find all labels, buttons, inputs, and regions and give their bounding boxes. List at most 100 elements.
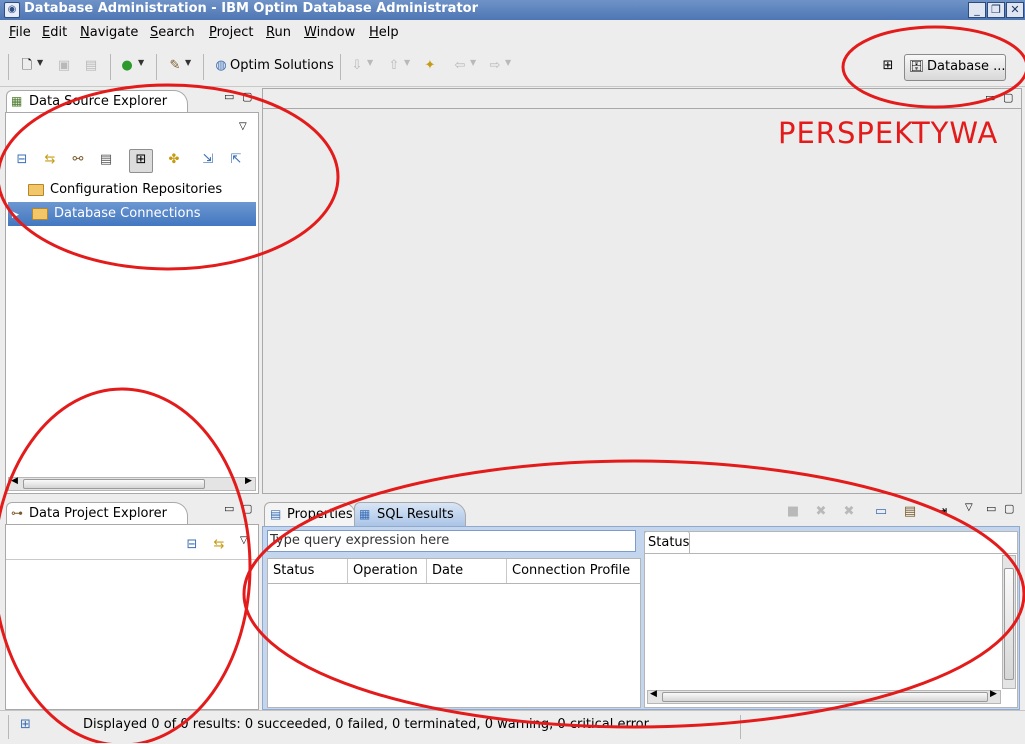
toolbar-separator [110, 54, 111, 80]
print-icon[interactable]: ▤ [82, 58, 100, 74]
new-connection-icon[interactable]: ⚯ [68, 150, 88, 170]
folder-icon [28, 183, 44, 196]
remove-result-icon[interactable]: ✖ [812, 504, 830, 520]
tab-status[interactable]: Status [644, 531, 690, 554]
view-title: Data Source Explorer [29, 94, 168, 109]
minimize-button[interactable]: _ [968, 2, 986, 18]
tab-properties[interactable]: ▤ Properties [264, 502, 356, 527]
link-with-editor-icon[interactable]: ⇆ [209, 535, 229, 555]
window-title-bar[interactable]: ◉ Database Administration - IBM Optim Da… [0, 0, 1025, 20]
new-wizard-icon[interactable]: 🗋 [18, 58, 36, 74]
import-icon[interactable]: ⇲ [198, 150, 218, 170]
show-hierarchy-icon[interactable]: ⊞ [129, 149, 153, 173]
sql-scripts-icon[interactable]: ▤ [96, 150, 116, 170]
data-source-explorer-icon: ▦ [11, 94, 23, 108]
tree-item-database-connections[interactable]: ▶ Database Connections [8, 202, 256, 226]
column-header-connection-profile[interactable]: Connection Profile [507, 559, 639, 583]
maximize-view-icon[interactable]: ▢ [242, 502, 252, 515]
scrollbar-thumb[interactable] [23, 479, 205, 489]
scrollbar-thumb[interactable] [662, 692, 988, 702]
column-header-status[interactable]: Status [268, 559, 348, 583]
database-perspective-button[interactable]: 🗄 Database ... [904, 54, 1006, 81]
previous-annotation-icon[interactable]: ⇧ [385, 58, 403, 74]
maximize-editor-icon[interactable]: ▢ [1003, 91, 1013, 104]
menu-file[interactable]: File [9, 25, 31, 40]
vertical-scrollbar[interactable] [1002, 555, 1016, 689]
dropdown-arrow-icon[interactable]: ▼ [185, 58, 191, 67]
scroll-right-icon[interactable]: ▶ [990, 689, 997, 699]
close-button[interactable]: ✕ [1006, 2, 1024, 18]
menu-window[interactable]: Window [304, 25, 355, 40]
window-title: Database Administration - IBM Optim Data… [24, 1, 479, 16]
tree-item-label: Configuration Repositories [50, 182, 223, 197]
run-icon[interactable]: ● [118, 58, 136, 74]
dropdown-arrow-icon[interactable]: ▼ [37, 58, 43, 67]
column-header-date[interactable]: Date [427, 559, 507, 583]
maximize-view-icon[interactable]: ▢ [1004, 502, 1014, 515]
scroll-right-icon[interactable]: ▶ [245, 476, 252, 486]
last-edit-location-icon[interactable]: ✦ [421, 58, 439, 74]
data-project-explorer-icon: ⊶ [11, 506, 23, 520]
view-menu-icon[interactable]: ▽ [965, 502, 973, 513]
dropdown-arrow-icon[interactable]: ▼ [470, 58, 476, 67]
save-icon[interactable]: ▣ [55, 58, 73, 74]
scroll-left-icon[interactable]: ◀ [650, 689, 657, 699]
open-perspective-icon[interactable]: ⊞ [879, 58, 897, 74]
terminate-icon[interactable]: ■ [784, 504, 802, 520]
optim-solutions-button[interactable]: Optim Solutions [230, 58, 334, 73]
fast-view-icon[interactable]: ⊞ [20, 717, 31, 732]
tab-data-project-explorer[interactable]: ⊶ Data Project Explorer [6, 502, 188, 525]
display-mode-icon[interactable]: ▭ [872, 504, 890, 520]
back-arrow-icon[interactable]: ⇦ [451, 58, 469, 74]
view-title: Data Project Explorer [29, 506, 167, 521]
dropdown-arrow-icon[interactable]: ▼ [367, 58, 373, 67]
remove-all-results-icon[interactable]: ✖ [840, 504, 858, 520]
results-filter-input[interactable]: Type query expression here [267, 530, 636, 552]
menu-help[interactable]: Help [369, 25, 399, 40]
editor-area [262, 108, 1022, 494]
horizontal-scrollbar[interactable]: ◀ ▶ [8, 476, 256, 491]
expand-arrow-icon[interactable]: ▶ [8, 203, 26, 227]
horizontal-scrollbar[interactable]: ◀ ▶ [647, 689, 1001, 704]
divider [6, 559, 258, 560]
scrollbar-thumb[interactable] [1004, 568, 1014, 680]
app-icon: ◉ [4, 2, 20, 18]
sql-results-icon: ▦ [359, 507, 371, 521]
collapse-all-icon[interactable]: ⊟ [182, 535, 202, 555]
menu-search[interactable]: Search [150, 25, 195, 40]
tree-item-label: Database Connections [54, 206, 201, 221]
view-menu-icon[interactable]: ▽ [239, 121, 247, 132]
connect-icon[interactable]: ✤ [164, 150, 184, 170]
next-annotation-icon[interactable]: ⇩ [348, 58, 366, 74]
dropdown-arrow-icon[interactable]: ▼ [138, 58, 144, 67]
column-header-operation[interactable]: Operation [348, 559, 427, 583]
menu-project[interactable]: Project [209, 25, 254, 40]
menu-navigate[interactable]: Navigate [80, 25, 138, 40]
tab-sql-results[interactable]: ▦ SQL Results [354, 502, 466, 527]
dropdown-arrow-icon[interactable]: ▼ [404, 58, 410, 67]
link-with-editor-icon[interactable]: ⇆ [40, 150, 60, 170]
filter-icon[interactable]: ⇥ [933, 504, 951, 520]
external-tools-icon[interactable]: ✎ [166, 58, 184, 74]
view-menu-icon[interactable]: ▽ [240, 535, 248, 546]
maximize-view-icon[interactable]: ▢ [242, 90, 252, 103]
export-results-icon[interactable]: ▤ [901, 504, 919, 520]
maximize-button[interactable]: ❐ [987, 2, 1005, 18]
tab-data-source-explorer[interactable]: ▦ Data Source Explorer [6, 90, 188, 113]
optim-solutions-icon[interactable]: ◍ [212, 58, 230, 74]
tree-item-configuration-repositories[interactable]: Configuration Repositories [8, 178, 256, 202]
data-project-explorer-header: ⊶ Data Project Explorer ▭ ▢ [5, 500, 258, 525]
forward-arrow-icon[interactable]: ⇨ [486, 58, 504, 74]
minimize-view-icon[interactable]: ▭ [986, 502, 996, 515]
collapse-all-icon[interactable]: ⊟ [12, 150, 32, 170]
results-filter-placeholder: Type query expression here [270, 533, 450, 548]
menu-run[interactable]: Run [266, 25, 291, 40]
export-icon[interactable]: ⇱ [226, 150, 246, 170]
scroll-left-icon[interactable]: ◀ [11, 476, 18, 486]
menu-edit[interactable]: Edit [42, 25, 67, 40]
dropdown-arrow-icon[interactable]: ▼ [505, 58, 511, 67]
minimize-editor-icon[interactable]: ▭ [985, 91, 995, 104]
minimize-view-icon[interactable]: ▭ [224, 502, 234, 515]
minimize-view-icon[interactable]: ▭ [224, 90, 234, 103]
data-source-explorer-header: ▦ Data Source Explorer ▭ ▢ [5, 88, 258, 113]
